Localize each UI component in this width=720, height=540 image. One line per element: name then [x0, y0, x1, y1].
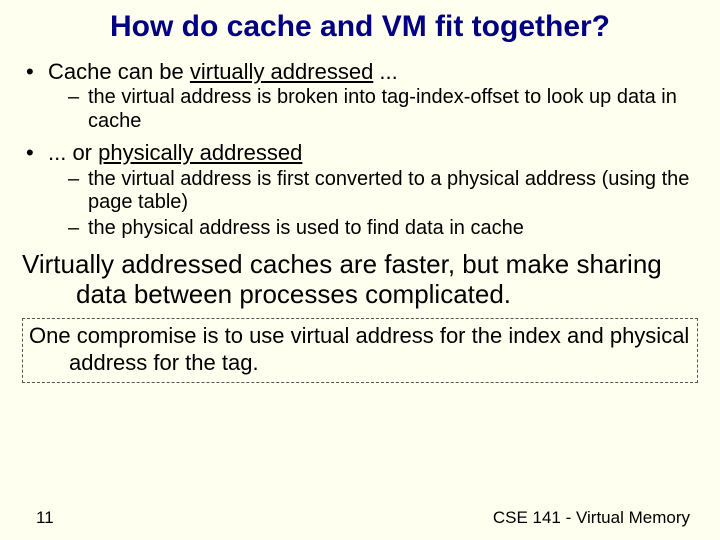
bullet-level1: • ... or physically addressed: [22, 140, 698, 166]
bullet-text: the virtual address is first converted t…: [88, 168, 698, 215]
slide-footer: 11 CSE 141 - Virtual Memory: [0, 508, 720, 528]
note-box: One compromise is to use virtual address…: [22, 318, 698, 383]
bullet-dash-icon: –: [68, 217, 88, 241]
slide-title: How do cache and VM fit together?: [22, 10, 698, 45]
bullet-level2: – the virtual address is first converted…: [68, 168, 698, 215]
bullet-text: the physical address is used to find dat…: [88, 217, 698, 241]
note-text: One compromise is to use virtual address…: [29, 323, 691, 376]
bullet-dash-icon: –: [68, 168, 88, 215]
page-number: 11: [36, 508, 54, 528]
bullet-dot-icon: •: [22, 59, 48, 85]
bullet-text: ... or physically addressed: [48, 140, 698, 166]
bullet-text: Cache can be virtually addressed ...: [48, 59, 698, 85]
paragraph-text: Virtually addressed caches are faster, b…: [22, 250, 698, 310]
text-fragment: ... or: [48, 140, 98, 165]
bullet-level2: – the physical address is used to find d…: [68, 217, 698, 241]
text-underline: virtually addressed: [190, 59, 373, 84]
text-fragment: Cache can be: [48, 59, 190, 84]
bullet-dot-icon: •: [22, 140, 48, 166]
bullet-level1: • Cache can be virtually addressed ...: [22, 59, 698, 85]
bullet-dash-icon: –: [68, 86, 88, 133]
slide: How do cache and VM fit together? • Cach…: [0, 0, 720, 540]
course-label: CSE 141 - Virtual Memory: [493, 508, 690, 528]
bullet-text: the virtual address is broken into tag-i…: [88, 86, 698, 133]
text-underline: physically addressed: [98, 140, 302, 165]
slide-body: • Cache can be virtually addressed ... –…: [22, 59, 698, 383]
paragraph: Virtually addressed caches are faster, b…: [22, 250, 698, 310]
text-fragment: ...: [373, 59, 397, 84]
bullet-level2: – the virtual address is broken into tag…: [68, 86, 698, 133]
